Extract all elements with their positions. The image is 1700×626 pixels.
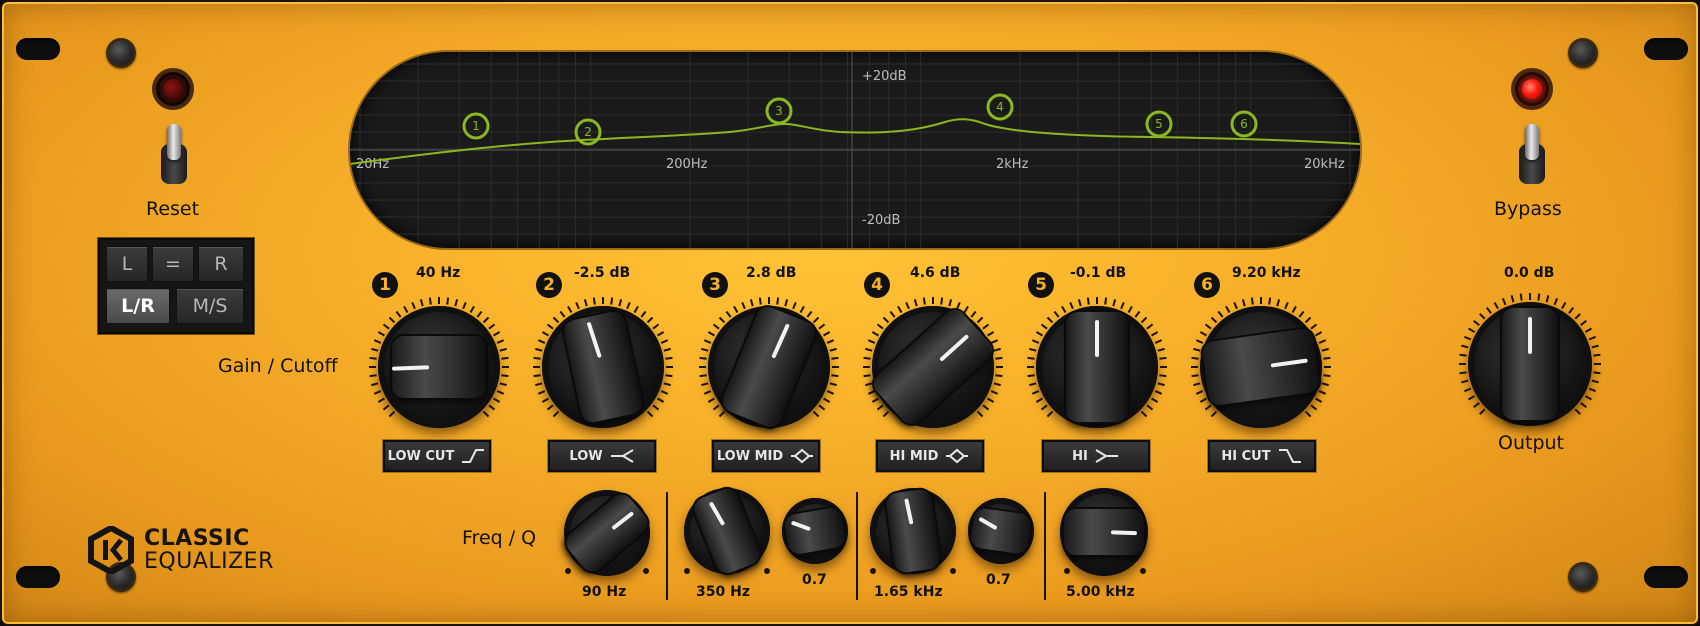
freq-label-200hz: 200Hz xyxy=(666,157,708,172)
knob-pointer xyxy=(1095,320,1099,357)
band-1-value: 40 Hz xyxy=(416,265,461,281)
hi-mid-freq-value: 1.65 kHz xyxy=(874,584,943,600)
band-6-type-button[interactable]: HI CUT xyxy=(1208,440,1316,472)
band-6-value: 9.20 kHz xyxy=(1232,265,1301,281)
knob-pointer xyxy=(1110,530,1138,536)
knob-pointer xyxy=(1528,317,1532,354)
output-value: 0.0 dB xyxy=(1504,265,1555,281)
band-1-type-button[interactable]: LOW CUT xyxy=(383,440,491,472)
svg-text:3: 3 xyxy=(775,104,783,118)
low-mid-q-value: 0.7 xyxy=(802,572,827,588)
band-4-gain-knob[interactable] xyxy=(863,297,1003,429)
reset-label: Reset xyxy=(146,198,200,220)
bypass-toggle[interactable] xyxy=(1517,124,1547,188)
gain-cutoff-label: Gain / Cutoff xyxy=(218,355,338,377)
eq-graph: +20dB -20dB 20Hz 200Hz 2kHz 20kHz 1 2 3 … xyxy=(350,52,1360,248)
output-label: Output xyxy=(1498,432,1564,454)
low-mid-freq-value: 350 Hz xyxy=(696,584,750,600)
band-5-gain-knob[interactable] xyxy=(1027,297,1167,428)
brand-logo-icon xyxy=(88,526,134,574)
screw xyxy=(1568,562,1598,592)
band-4-type-button[interactable]: HI MID xyxy=(876,440,984,472)
rack-hole xyxy=(16,566,60,588)
low-freq-knob[interactable] xyxy=(561,489,653,577)
screw xyxy=(106,38,136,68)
low-cut-icon xyxy=(462,449,485,463)
svg-text:5: 5 xyxy=(1155,117,1163,131)
rack-hole xyxy=(1644,566,1688,588)
band-2-type-button[interactable]: LOW xyxy=(548,440,656,472)
band-marker-1[interactable]: 1 xyxy=(462,112,490,140)
channel-mode-selector: L = R L/R M/S xyxy=(98,238,254,334)
bell-icon xyxy=(946,448,969,464)
freq-label-2khz: 2kHz xyxy=(996,157,1029,172)
band-5-value: -0.1 dB xyxy=(1070,265,1127,281)
brand-name-line2: EQUALIZER xyxy=(144,549,274,574)
plugin-panel: Reset Bypass L = R L/R M/S +20dB -20dB 2… xyxy=(0,0,1700,626)
bypass-label: Bypass xyxy=(1494,198,1562,220)
bell-icon xyxy=(791,448,814,464)
hi-mid-q-knob[interactable] xyxy=(968,498,1034,564)
svg-text:1: 1 xyxy=(472,119,480,133)
knob-min-dot xyxy=(684,568,690,574)
eq-curve-display[interactable]: +20dB -20dB 20Hz 200Hz 2kHz 20kHz 1 2 3 … xyxy=(350,52,1360,248)
knob-max-dot xyxy=(1140,568,1146,574)
brand-name-line1: CLASSIC xyxy=(144,526,250,551)
db-top-label: +20dB xyxy=(862,69,907,84)
band-4-value: 4.6 dB xyxy=(910,265,961,281)
section-divider xyxy=(1044,492,1046,600)
section-divider xyxy=(666,492,668,600)
low-freq-value: 90 Hz xyxy=(582,584,627,600)
channel-link-button[interactable]: = xyxy=(152,246,194,282)
freq-q-label: Freq / Q xyxy=(462,527,537,549)
rack-hole xyxy=(1644,38,1688,60)
band-3-gain-knob[interactable] xyxy=(699,297,839,431)
channel-right-button[interactable]: R xyxy=(198,246,244,282)
knob-cap xyxy=(969,507,1033,555)
eq-response-curve xyxy=(350,118,1360,165)
band-3-value: 2.8 dB xyxy=(746,265,797,281)
rack-hole xyxy=(16,38,60,60)
low-shelf-icon xyxy=(610,449,634,463)
band-3-type-button[interactable]: LOW MID xyxy=(712,440,820,472)
band-5-type-button[interactable]: HI xyxy=(1042,440,1150,472)
low-mid-q-knob[interactable] xyxy=(782,498,848,564)
knob-min-dot xyxy=(565,568,571,574)
hi-freq-knob[interactable] xyxy=(1060,488,1148,576)
output-knob[interactable] xyxy=(1459,293,1601,426)
svg-text:2: 2 xyxy=(584,125,592,139)
channel-ms-button[interactable]: M/S xyxy=(176,288,244,324)
knob-max-dot xyxy=(643,568,649,574)
hi-freq-value: 5.00 kHz xyxy=(1066,584,1135,600)
db-bottom-label: -20dB xyxy=(862,213,900,228)
knob-min-dot xyxy=(870,568,876,574)
screw xyxy=(1568,38,1598,68)
high-shelf-icon xyxy=(1095,449,1118,463)
band-6-gain-knob[interactable] xyxy=(1191,297,1331,428)
band-1-gain-knob[interactable] xyxy=(369,297,509,428)
band-2-gain-knob[interactable] xyxy=(533,297,673,428)
hi-mid-freq-knob[interactable] xyxy=(870,488,956,574)
low-mid-freq-knob[interactable] xyxy=(684,485,770,577)
knob-min-dot xyxy=(1064,568,1070,574)
band-2-value: -2.5 dB xyxy=(574,265,631,281)
high-cut-icon xyxy=(1278,449,1301,463)
reset-toggle[interactable] xyxy=(159,124,189,188)
channel-lr-button[interactable]: L/R xyxy=(106,288,170,324)
svg-text:4: 4 xyxy=(996,100,1004,114)
channel-left-button[interactable]: L xyxy=(106,246,148,282)
reset-led xyxy=(152,68,194,110)
band-marker-3[interactable]: 3 xyxy=(765,97,793,125)
svg-text:6: 6 xyxy=(1240,117,1248,131)
bypass-led xyxy=(1511,68,1553,110)
freq-label-20khz: 20kHz xyxy=(1304,157,1345,172)
hi-mid-q-value: 0.7 xyxy=(986,572,1011,588)
